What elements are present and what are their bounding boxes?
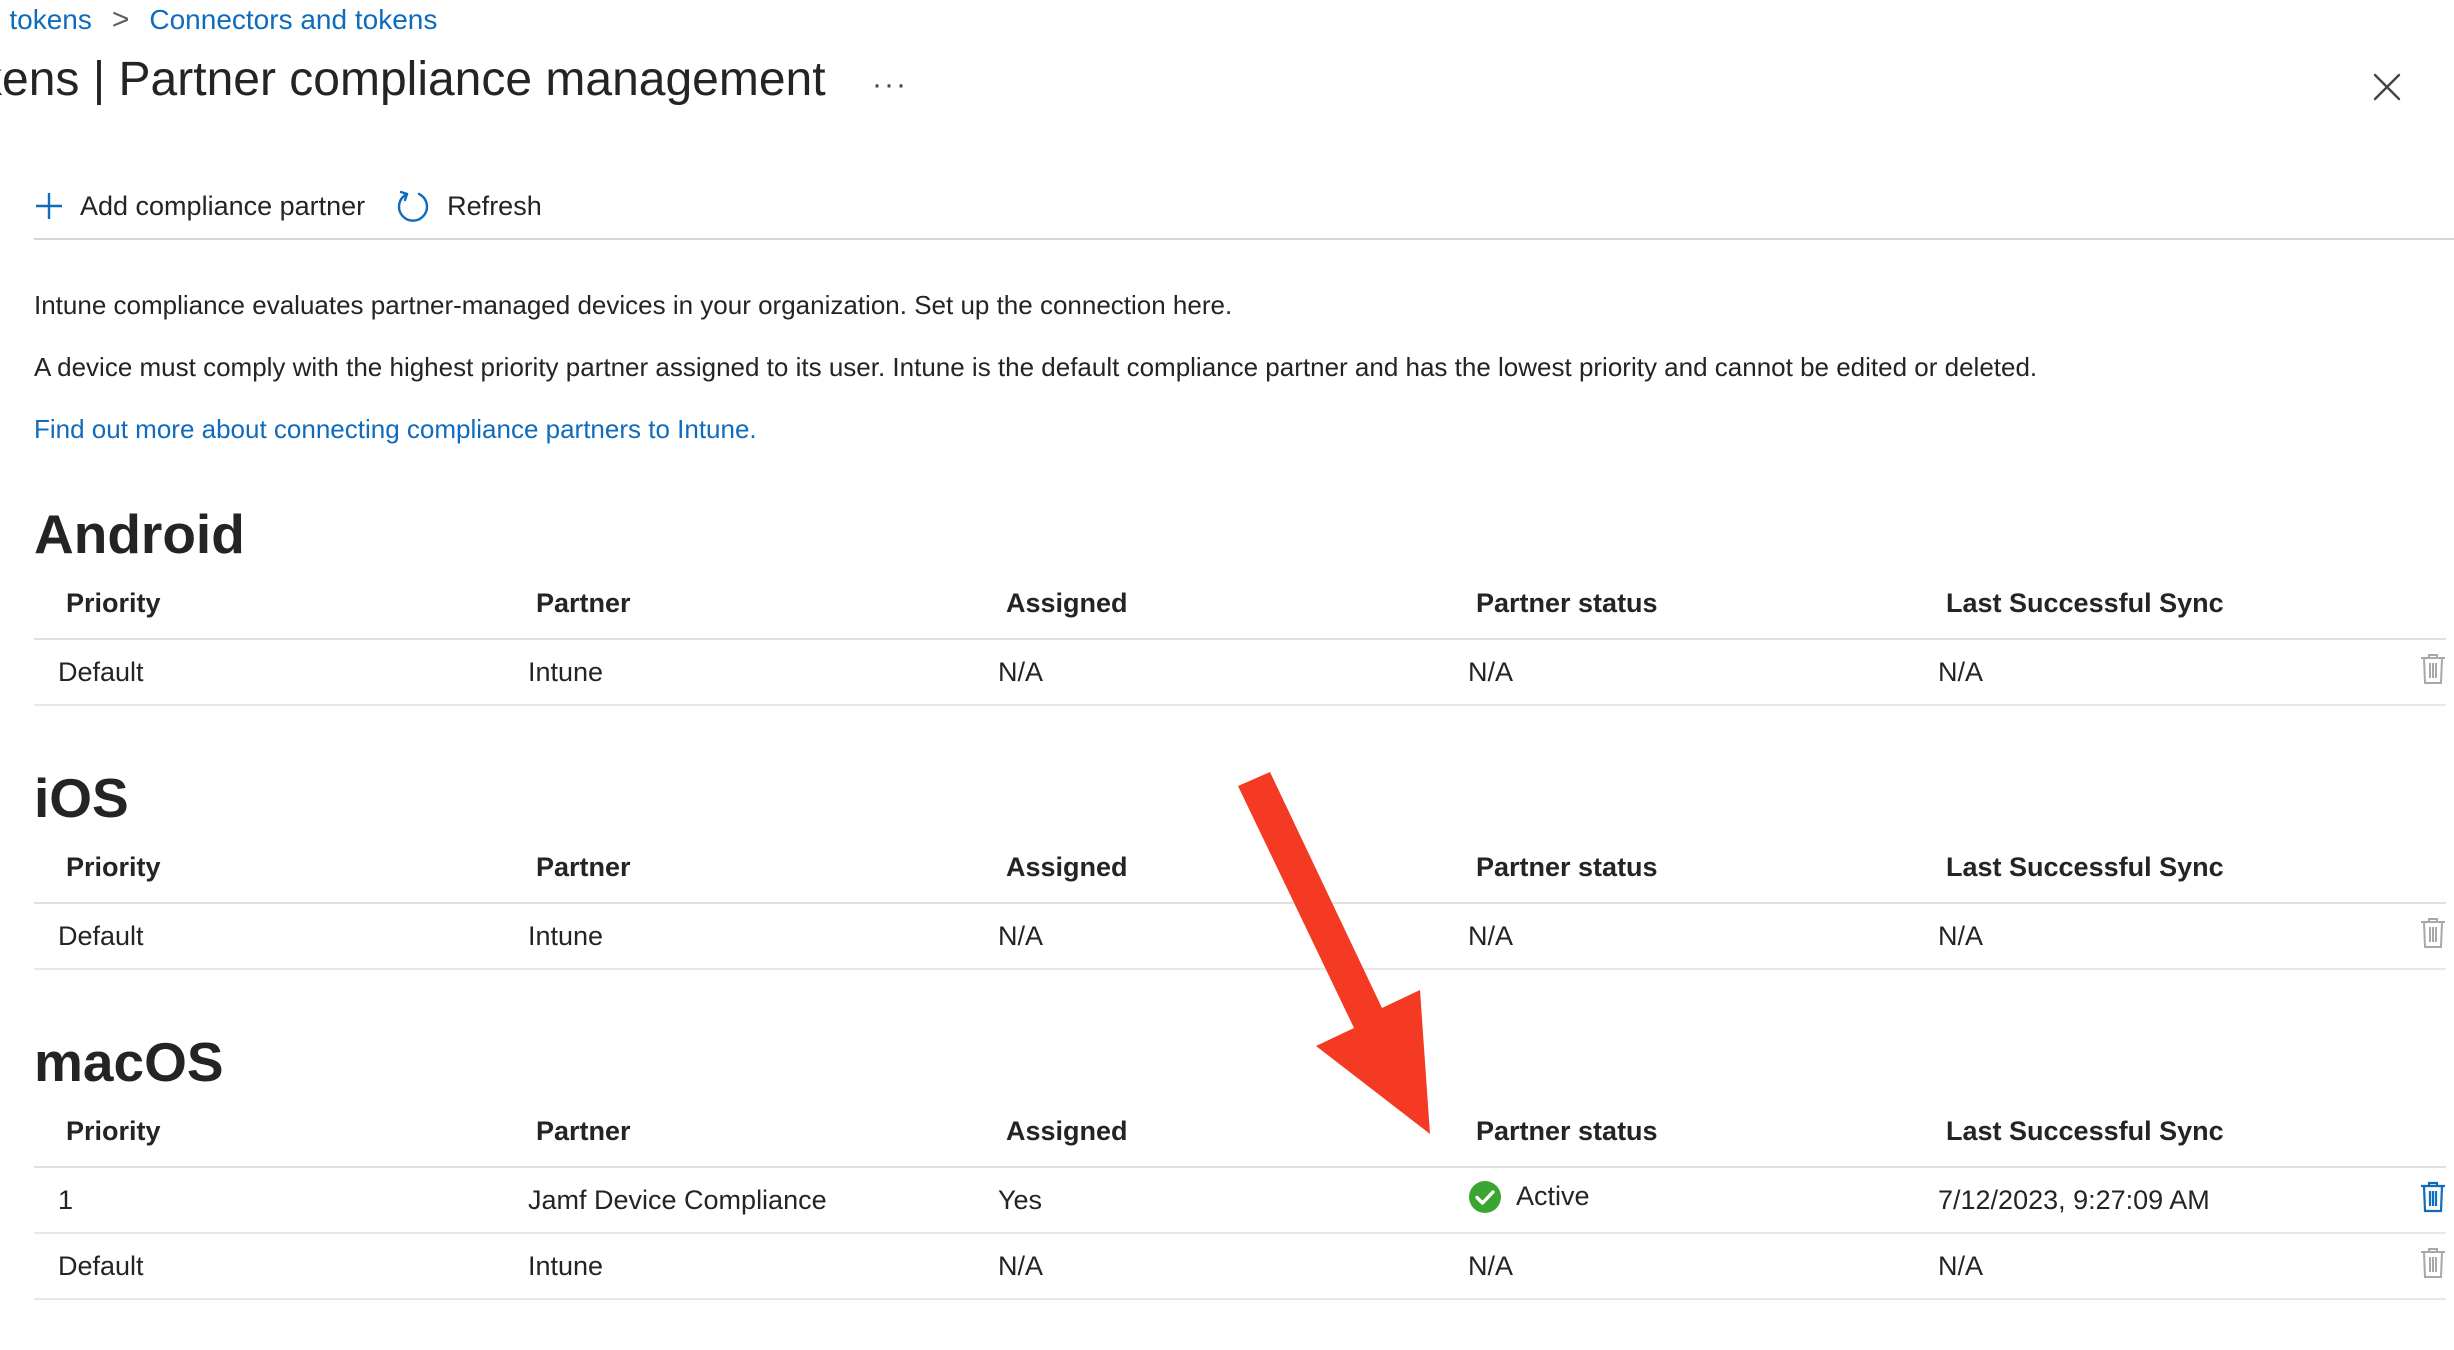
column-header-assigned[interactable]: Assigned	[974, 1096, 1444, 1168]
cell-actions	[2324, 1233, 2446, 1300]
close-icon[interactable]	[2372, 72, 2402, 107]
command-bar: Add compliance partner Refresh	[34, 174, 2454, 240]
status-label: Active	[1516, 1181, 1590, 1211]
cell-partner: Intune	[504, 639, 974, 706]
column-header-priority[interactable]: Priority	[34, 832, 504, 904]
add-compliance-partner-button[interactable]: Add compliance partner	[34, 191, 365, 222]
trash-icon	[2420, 917, 2446, 956]
cell-last-sync: 7/12/2023, 9:27:09 AM	[1914, 1167, 2324, 1234]
table-row[interactable]: Default Intune N/A N/A N/A	[34, 1233, 2446, 1300]
android-partners-table: Priority Partner Assigned Partner status…	[34, 568, 2446, 706]
section-title-android: Android	[34, 503, 245, 565]
column-header-last-sync[interactable]: Last Successful Sync	[1914, 568, 2324, 640]
table-row[interactable]: Default Intune N/A N/A N/A	[34, 639, 2446, 706]
table-header-row: Priority Partner Assigned Partner status…	[34, 1096, 2446, 1168]
trash-icon	[2420, 1247, 2446, 1286]
column-header-last-sync[interactable]: Last Successful Sync	[1914, 1096, 2324, 1168]
table-row[interactable]: Default Intune N/A N/A N/A	[34, 903, 2446, 970]
plus-icon	[36, 193, 62, 219]
ellipsis-icon[interactable]: ···	[872, 68, 908, 102]
cell-assigned: N/A	[974, 639, 1444, 706]
table-header-row: Priority Partner Assigned Partner status…	[34, 568, 2446, 640]
cell-assigned: Yes	[974, 1167, 1444, 1234]
cell-partner: Intune	[504, 1233, 974, 1300]
column-header-partner[interactable]: Partner	[504, 832, 974, 904]
cell-assigned: N/A	[974, 1233, 1444, 1300]
add-compliance-partner-label: Add compliance partner	[80, 190, 366, 221]
column-header-partner-status[interactable]: Partner status	[1444, 832, 1914, 904]
cell-last-sync: N/A	[1914, 639, 2324, 706]
column-header-partner-status[interactable]: Partner status	[1444, 568, 1914, 640]
check-circle-icon	[1469, 1180, 1501, 1213]
cell-partner-status: Active	[1444, 1167, 1914, 1234]
cell-partner-status: N/A	[1444, 639, 1914, 706]
cell-actions	[2324, 903, 2446, 970]
priority-description-text: A device must comply with the highest pr…	[34, 352, 2038, 382]
column-header-actions	[2324, 832, 2446, 904]
column-header-actions	[2324, 1096, 2446, 1168]
breadcrumb-link-tokens[interactable]: d tokens	[0, 4, 92, 36]
table-header-row: Priority Partner Assigned Partner status…	[34, 832, 2446, 904]
description-text: Intune compliance evaluates partner-mana…	[34, 290, 1233, 320]
refresh-button[interactable]: Refresh	[395, 188, 542, 224]
close-glyph	[2373, 73, 2401, 101]
learn-more-link[interactable]: Find out more about connecting complianc…	[34, 414, 757, 445]
cell-priority: Default	[34, 1233, 504, 1300]
ios-partners-table: Priority Partner Assigned Partner status…	[34, 832, 2446, 970]
column-header-priority[interactable]: Priority	[34, 568, 504, 640]
cell-priority: Default	[34, 639, 504, 706]
page-title: kens | Partner compliance management	[0, 53, 826, 106]
breadcrumb: d tokens > Connectors and tokens	[0, 0, 437, 40]
trash-icon[interactable]	[2420, 1181, 2446, 1220]
column-header-last-sync[interactable]: Last Successful Sync	[1914, 832, 2324, 904]
cell-actions	[2324, 1167, 2446, 1234]
cell-partner-status: N/A	[1444, 903, 1914, 970]
section-title-ios: iOS	[34, 767, 129, 829]
cell-partner-status: N/A	[1444, 1233, 1914, 1300]
column-header-assigned[interactable]: Assigned	[974, 832, 1444, 904]
cell-partner: Intune	[504, 903, 974, 970]
column-header-priority[interactable]: Priority	[34, 1096, 504, 1168]
refresh-icon	[397, 190, 429, 222]
column-header-partner[interactable]: Partner	[504, 1096, 974, 1168]
table-row[interactable]: 1 Jamf Device Compliance Yes Active 7/12…	[34, 1167, 2446, 1234]
section-title-macos: macOS	[34, 1031, 224, 1093]
trash-icon	[2420, 653, 2446, 692]
cell-assigned: N/A	[974, 903, 1444, 970]
cell-last-sync: N/A	[1914, 903, 2324, 970]
cell-partner: Jamf Device Compliance	[504, 1167, 974, 1234]
cell-last-sync: N/A	[1914, 1233, 2324, 1300]
column-header-actions	[2324, 568, 2446, 640]
cell-priority: Default	[34, 903, 504, 970]
cell-priority: 1	[34, 1167, 504, 1234]
macos-partners-table: Priority Partner Assigned Partner status…	[34, 1096, 2446, 1300]
refresh-label: Refresh	[447, 190, 542, 221]
column-header-assigned[interactable]: Assigned	[974, 568, 1444, 640]
status-indicator: Active	[1468, 1180, 1590, 1214]
breadcrumb-separator: >	[111, 3, 130, 36]
cell-actions	[2324, 639, 2446, 706]
breadcrumb-link-connectors[interactable]: Connectors and tokens	[149, 4, 437, 36]
column-header-partner[interactable]: Partner	[504, 568, 974, 640]
column-header-partner-status[interactable]: Partner status	[1444, 1096, 1914, 1168]
